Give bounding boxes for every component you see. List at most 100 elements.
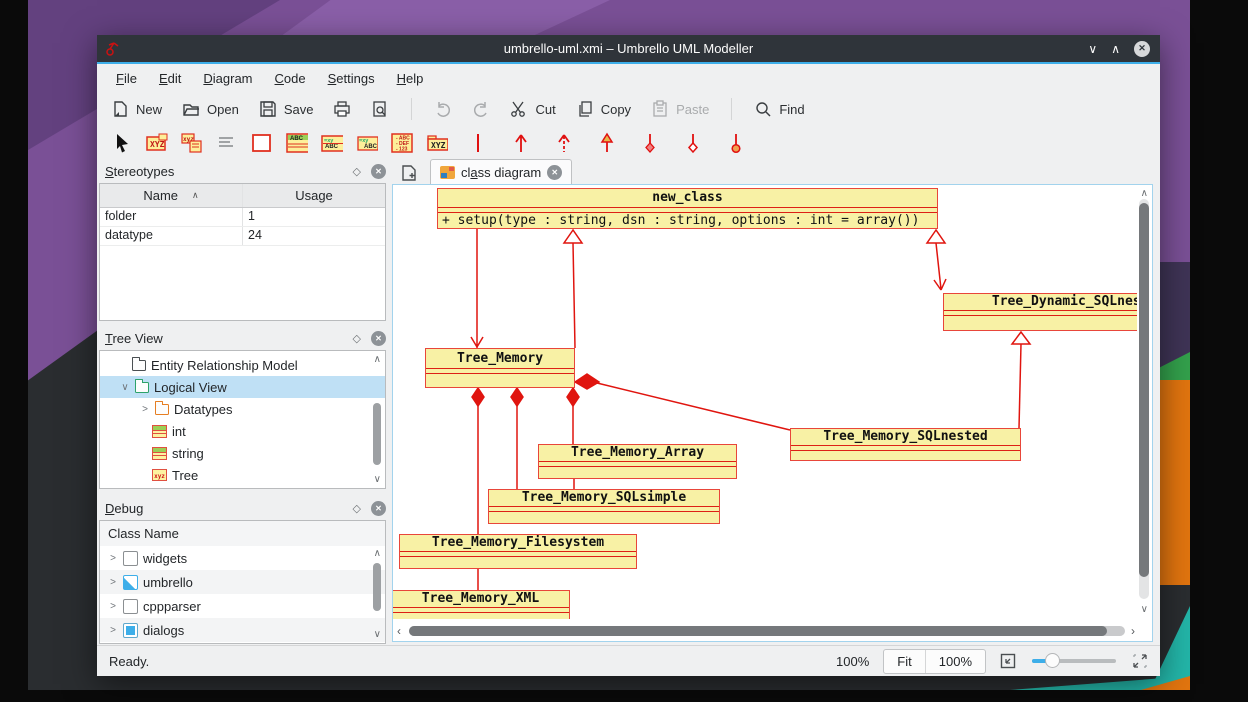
- select-tool[interactable]: [111, 132, 133, 154]
- menu-code[interactable]: Code: [264, 67, 317, 90]
- chevron-right-icon[interactable]: >: [108, 601, 118, 612]
- dependency-tool[interactable]: [553, 132, 575, 154]
- box-tool[interactable]: [251, 132, 273, 154]
- column-header-usage[interactable]: Usage: [243, 184, 385, 207]
- tree-item-string[interactable]: string: [100, 442, 385, 464]
- uml-class-tree-memory-sqlsimple[interactable]: Tree_Memory_SQLsimple: [488, 489, 720, 524]
- scroll-down-icon[interactable]: ∨: [1141, 605, 1148, 615]
- menu-file[interactable]: File: [105, 67, 148, 90]
- tree-item-logical-view[interactable]: ∨ Logical View: [100, 376, 385, 398]
- diagram-canvas[interactable]: new_class + setup(type : string, dsn : s…: [393, 185, 1137, 619]
- enum-tool[interactable]: - ABC- DEF- 123: [391, 132, 413, 154]
- stereotype-row[interactable]: folder 1: [100, 208, 385, 227]
- canvas-vscrollbar[interactable]: ∧ ∨: [1138, 189, 1150, 615]
- scroll-up-icon[interactable]: ∧: [1141, 189, 1148, 199]
- tree-item-entity-relationship-model[interactable]: Entity Relationship Model: [100, 354, 385, 376]
- new-tab-button[interactable]: [396, 161, 422, 184]
- object-tool[interactable]: xyz: [181, 132, 203, 154]
- containment-tool[interactable]: [725, 132, 747, 154]
- checkbox-partial[interactable]: [123, 575, 138, 590]
- checkbox-unchecked[interactable]: [123, 551, 138, 566]
- canvas-vscrollbar-thumb[interactable]: [1139, 203, 1149, 577]
- find-button[interactable]: Find: [754, 100, 804, 118]
- debug-item-dialogs[interactable]: > dialogs: [100, 618, 385, 642]
- close-dock-icon[interactable]: ✕: [371, 501, 386, 516]
- expand-view-icon[interactable]: [1132, 653, 1148, 669]
- uml-class-new-class[interactable]: new_class + setup(type : string, dsn : s…: [437, 188, 938, 229]
- zoom-100-button[interactable]: 100%: [926, 650, 985, 673]
- uml-class-tree-memory-xml[interactable]: Tree_Memory_XML: [393, 590, 570, 619]
- close-button[interactable]: ✕: [1134, 41, 1150, 57]
- column-header-name[interactable]: Name ∧: [100, 184, 243, 207]
- debug-item-umbrello[interactable]: > umbrello: [100, 570, 385, 594]
- debug-item-cppparser[interactable]: > cppparser: [100, 594, 385, 618]
- zoom-slider[interactable]: [1032, 653, 1116, 669]
- treeview-dock-header[interactable]: Tree View ◇ ✕: [99, 326, 392, 350]
- tree-item-datatypes[interactable]: > Datatypes: [100, 398, 385, 420]
- close-dock-icon[interactable]: ✕: [371, 164, 386, 179]
- debug-scrollbar-thumb[interactable]: [373, 563, 381, 611]
- undo-button[interactable]: [434, 100, 452, 118]
- zoom-slider-knob[interactable]: [1045, 653, 1060, 668]
- stereotypes-dock-header[interactable]: Stereotypes ◇ ✕: [99, 159, 392, 183]
- paste-button[interactable]: Paste: [651, 100, 709, 118]
- interface-tool[interactable]: =xyABC: [321, 132, 343, 154]
- aggregation-tool[interactable]: [682, 132, 704, 154]
- chevron-right-icon[interactable]: >: [140, 404, 150, 415]
- redo-button[interactable]: [472, 100, 490, 118]
- chevron-down-icon[interactable]: ∨: [120, 382, 130, 393]
- menu-diagram[interactable]: Diagram: [192, 67, 263, 90]
- fit-button[interactable]: Fit: [884, 650, 925, 673]
- association-tool[interactable]: [467, 132, 489, 154]
- chevron-right-icon[interactable]: >: [108, 553, 118, 564]
- menu-edit[interactable]: Edit: [148, 67, 192, 90]
- class-alt-tool[interactable]: ABC: [286, 132, 308, 154]
- treeview-scrollbar-thumb[interactable]: [373, 403, 381, 465]
- scroll-left-icon[interactable]: ‹: [397, 624, 401, 638]
- cut-button[interactable]: Cut: [510, 100, 555, 118]
- uml-class-tree-dynamic-sqlnested[interactable]: Tree_Dynamic_SQLnested: [943, 293, 1137, 331]
- scroll-down-icon[interactable]: ∨: [374, 630, 381, 640]
- composition-tool[interactable]: [639, 132, 661, 154]
- save-button[interactable]: Save: [259, 100, 314, 118]
- chevron-right-icon[interactable]: >: [108, 577, 118, 588]
- copy-button[interactable]: Copy: [576, 100, 631, 118]
- new-button[interactable]: New: [111, 100, 162, 118]
- canvas-hscrollbar[interactable]: ‹ ›: [397, 622, 1135, 640]
- scroll-right-icon[interactable]: ›: [1131, 624, 1135, 638]
- float-dock-icon[interactable]: ◇: [353, 332, 361, 345]
- minimize-button[interactable]: ∨: [1088, 43, 1097, 55]
- tree-item-tree[interactable]: xyz Tree: [100, 464, 385, 486]
- checkbox-unchecked[interactable]: [123, 599, 138, 614]
- print-preview-button[interactable]: [371, 100, 389, 118]
- float-dock-icon[interactable]: ◇: [353, 165, 361, 178]
- close-dock-icon[interactable]: ✕: [371, 331, 386, 346]
- generalization-tool[interactable]: [596, 132, 618, 154]
- tree-item-int[interactable]: int: [100, 420, 385, 442]
- uml-class-tree-memory-filesystem[interactable]: Tree_Memory_Filesystem: [399, 534, 637, 569]
- fit-page-icon[interactable]: [1000, 653, 1016, 669]
- debug-dock-header[interactable]: Debug ◇ ✕: [99, 496, 392, 520]
- checkbox-checked[interactable]: [123, 623, 138, 638]
- open-button[interactable]: Open: [182, 100, 239, 118]
- tab-close-icon[interactable]: ✕: [547, 165, 562, 180]
- chevron-right-icon[interactable]: >: [108, 625, 118, 636]
- scroll-up-icon[interactable]: ∧: [374, 549, 381, 559]
- uml-class-tree-memory-array[interactable]: Tree_Memory_Array: [538, 444, 737, 479]
- scroll-down-icon[interactable]: ∨: [374, 475, 381, 485]
- tab-class-diagram[interactable]: class diagram ✕: [430, 159, 572, 184]
- datatype-tool[interactable]: =xyABC: [356, 132, 378, 154]
- uni-association-tool[interactable]: [510, 132, 532, 154]
- uml-class-tree-memory-sqlnested[interactable]: Tree_Memory_SQLnested: [790, 428, 1021, 461]
- float-dock-icon[interactable]: ◇: [353, 502, 361, 515]
- scroll-up-icon[interactable]: ∧: [374, 355, 381, 365]
- canvas-hscrollbar-thumb[interactable]: [409, 626, 1107, 636]
- stereotype-row[interactable]: datatype 24: [100, 227, 385, 246]
- uml-class-tree-memory[interactable]: Tree_Memory: [425, 348, 575, 388]
- titlebar[interactable]: umbrello-uml.xmi – Umbrello UML Modeller…: [97, 35, 1160, 62]
- package-tool[interactable]: XYZ: [426, 132, 448, 154]
- menu-settings[interactable]: Settings: [317, 67, 386, 90]
- debug-item-widgets[interactable]: > widgets: [100, 546, 385, 570]
- print-button[interactable]: [333, 100, 351, 118]
- note-tool[interactable]: [216, 132, 238, 154]
